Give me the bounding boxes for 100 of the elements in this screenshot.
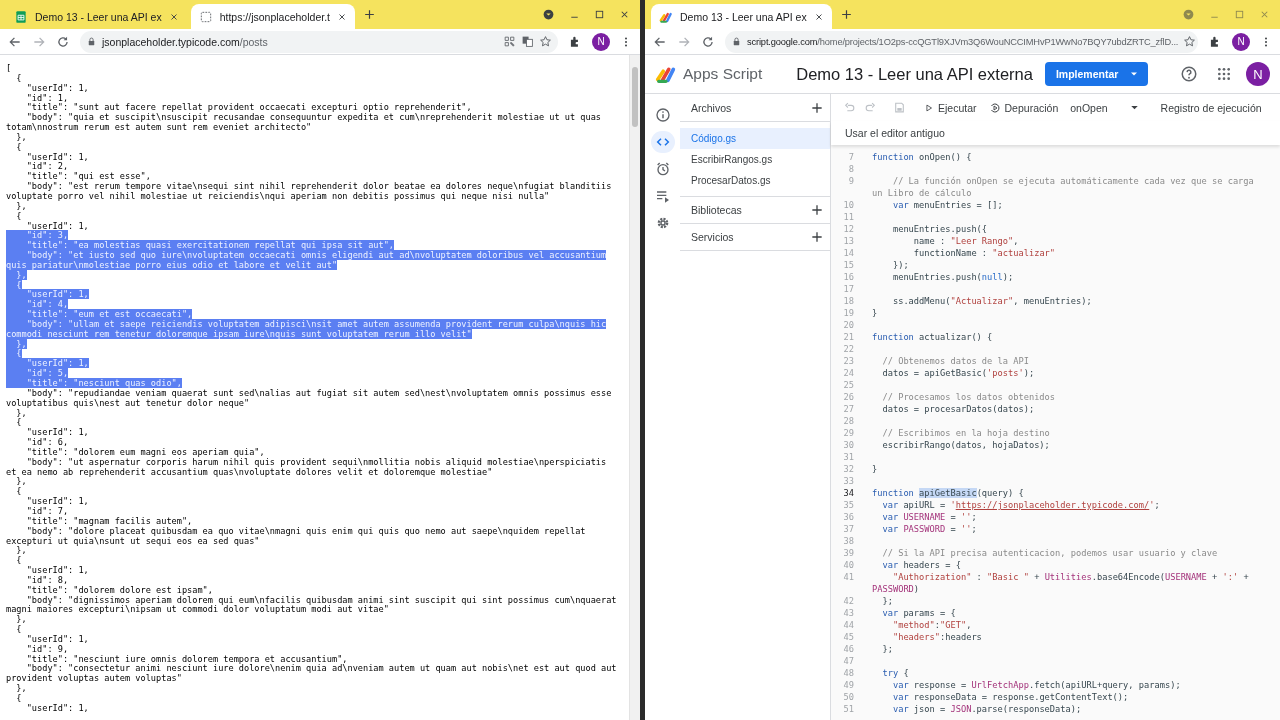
line-number: 41	[842, 571, 854, 583]
code-line: });	[891, 259, 909, 271]
section-header[interactable]: Bibliotecas	[691, 204, 742, 216]
code-line: datos = apiGetBasic('posts');	[881, 367, 1035, 379]
maximize-icon[interactable]	[594, 9, 605, 20]
code-button[interactable]	[650, 131, 675, 153]
page-icon	[198, 9, 213, 24]
debug-button[interactable]: Depuración	[986, 101, 1061, 114]
browser-tab[interactable]: Demo 13 - Leer una API ex	[651, 4, 832, 29]
json-line: {	[15, 141, 22, 152]
json-line: "body": "dolore placeat quibusdam ea quo vitae\nmagni quis enim qui quis quo nemo aut saepe\nquidem repellat	[26, 525, 586, 536]
star-icon[interactable]	[1183, 35, 1197, 48]
add-icon[interactable]	[810, 230, 824, 244]
file-item[interactable]: ProcesarDatos.gs	[680, 170, 830, 191]
json-line: "title": "sunt aut facere repellat provident occaecati excepturi optio reprehenderit",	[25, 102, 472, 113]
json-line: et ea nemo ab reprehenderit accusantium quas\nvoluptate dolores velit et doloremque molestiae"	[6, 466, 493, 477]
legacy-editor-button[interactable]: Usar el editor antiguo	[843, 127, 947, 139]
json-line: "id": 9,	[25, 643, 69, 654]
json-line: excepturi ut quia\nsunt ut sequi eos ea sed quas"	[6, 535, 260, 546]
profile-avatar[interactable]: N	[1246, 62, 1270, 86]
new-tab-icon[interactable]	[839, 8, 853, 21]
close-icon[interactable]	[813, 11, 824, 22]
profile-avatar[interactable]: N	[1232, 32, 1250, 51]
address-bar[interactable]: jsonplaceholder.typicode.com/posts	[80, 30, 558, 53]
code-line: };	[881, 643, 893, 655]
code-line: // Procesamos los datos obtenidos	[881, 391, 1056, 403]
json-line: provident voluptas autem voluptas"	[6, 673, 182, 684]
line-number: 30	[842, 439, 854, 451]
line-number: 36	[842, 511, 854, 523]
json-line: "id": 2,	[25, 161, 69, 172]
new-tab-icon[interactable]	[363, 8, 376, 21]
code-line: name : "Leer Rango",	[912, 235, 1019, 247]
line-number: 29	[842, 427, 854, 439]
json-line: "body": "repudiandae veniam quaerat sunt sed\nalias aut fugiat sit autem sed\nest\nvoluptatem omnis possimus esse	[25, 387, 612, 398]
code-line: var params = {	[881, 607, 956, 619]
line-number: 27	[842, 403, 854, 415]
line-number: 42	[842, 595, 854, 607]
json-line: {	[15, 417, 22, 428]
line-number: 44	[842, 619, 854, 631]
code-line: var menuEntries = [];	[891, 199, 1003, 211]
close-icon[interactable]	[619, 9, 630, 20]
json-line: "id": 8,	[25, 574, 69, 585]
profile-avatar[interactable]: N	[592, 32, 610, 51]
help-icon[interactable]	[1180, 65, 1199, 83]
json-line: [	[6, 63, 12, 73]
line-number: 31	[842, 451, 854, 463]
lock-icon	[731, 36, 742, 47]
json-line: {	[15, 486, 22, 497]
code-line: function onOpen() {	[872, 151, 972, 163]
code-line: var apiURL = 'https://jsonplaceholder.typicode.com/';	[881, 499, 1160, 511]
line-number: 10	[842, 199, 854, 211]
file-item[interactable]: Código.gs	[680, 128, 830, 149]
address-bar[interactable]: script.google.com/home/projects/1O2ps-ccQGTl9XJVm3Q6WouNCCIMHvP1WwNo7BQY7ubdZRTC_zflD...	[725, 30, 1198, 53]
code-line: "headers":headers	[891, 631, 982, 643]
apps-grid-icon[interactable]	[1216, 66, 1232, 82]
line-number: 40	[842, 559, 854, 571]
clock-icon	[654, 161, 671, 177]
qr-code-icon[interactable]	[503, 35, 516, 48]
project-title[interactable]: Demo 13 - Leer una API externa	[796, 64, 1033, 84]
browser-tab[interactable]: https://jsonplaceholder.t	[190, 4, 355, 29]
json-line: "userId": 1,	[25, 151, 89, 162]
debug-icon	[988, 101, 1001, 114]
files-header: Archivos	[691, 101, 732, 114]
close-icon[interactable]	[337, 11, 347, 22]
line-number: 12	[842, 223, 854, 235]
code-line: escribirRango(datos, hojaDatos);	[881, 439, 1050, 451]
spreadsheet-icon	[14, 9, 28, 24]
json-line: },	[16, 683, 27, 694]
translate-icon[interactable]	[521, 35, 534, 48]
json-line: "userId": 1,	[25, 633, 89, 644]
close-icon[interactable]	[168, 11, 179, 22]
json-line: },	[16, 545, 27, 556]
line-number: 46	[842, 643, 854, 655]
reload-icon[interactable]	[56, 34, 70, 49]
file-item[interactable]: EscribirRangos.gs	[680, 149, 830, 170]
line-number: 32	[842, 463, 854, 475]
add-icon[interactable]	[810, 203, 824, 217]
execution-log-button[interactable]: Registro de ejecución	[1158, 101, 1264, 114]
add-icon[interactable]	[810, 100, 824, 115]
lock-icon	[86, 36, 97, 47]
reload-icon[interactable]	[701, 34, 715, 49]
play-icon	[924, 102, 934, 113]
line-number: 51	[842, 703, 854, 715]
line-number: 19	[842, 307, 854, 319]
code-line: menuEntries.push(null);	[891, 271, 1014, 283]
json-line: },	[15, 476, 27, 487]
section-header[interactable]: Servicios	[691, 231, 734, 243]
star-icon[interactable]	[539, 35, 552, 48]
scrollbar[interactable]	[629, 55, 640, 720]
browser-tab[interactable]: Demo 13 - Leer una API ex	[6, 4, 187, 29]
json-line: {	[15, 210, 22, 221]
line-number: 34	[842, 487, 854, 499]
line-number: 50	[842, 691, 854, 703]
json-line: },	[15, 131, 27, 142]
json-line: "title": "nesciunt iure omnis dolorem tempora et accusantium",	[25, 653, 348, 664]
json-line: "id": 6,	[25, 437, 69, 448]
deploy-button[interactable]: Implementar	[1044, 62, 1149, 86]
run-button[interactable]: Ejecutar	[922, 101, 979, 114]
function-dropdown[interactable]: onOpen	[1068, 101, 1143, 114]
json-line: voluptate porro vel nihil molestiae ut reiciendis\nqui aperiam non debitis possimus qui neque nisi nulla"	[6, 190, 550, 201]
